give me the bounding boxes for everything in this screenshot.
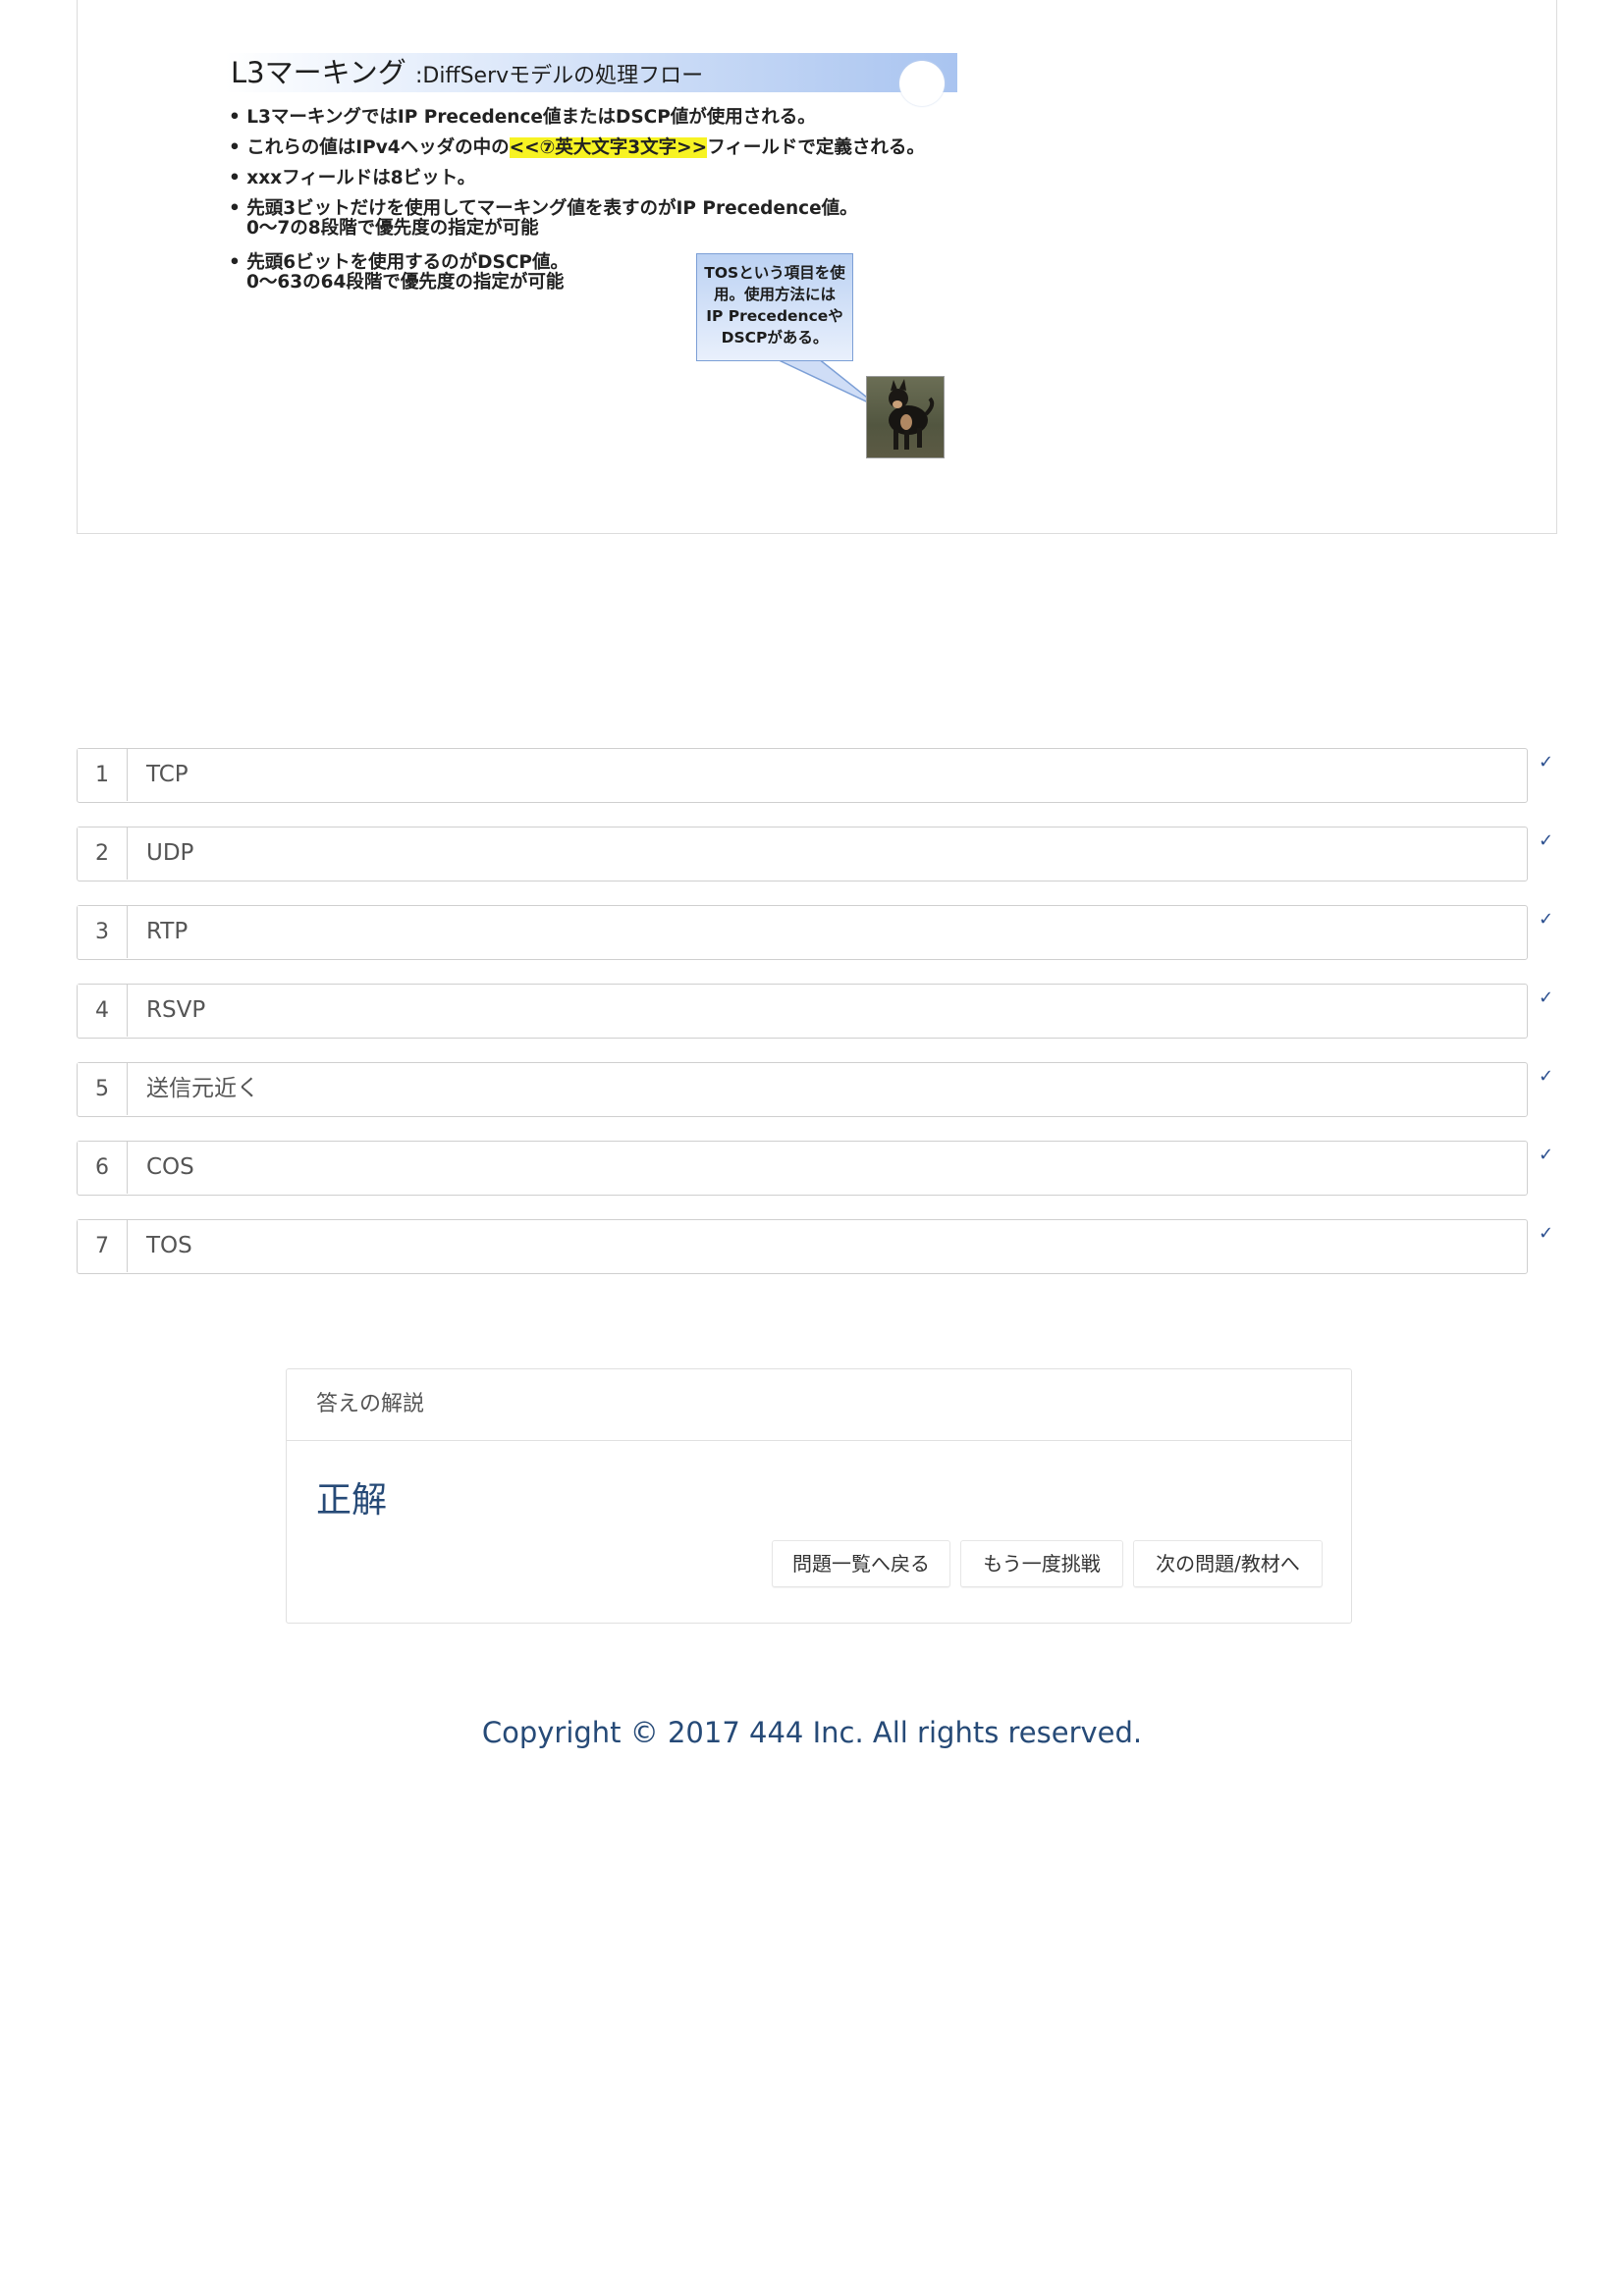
answer-value: RTP: [146, 919, 189, 944]
dog-silhouette-icon: [889, 379, 935, 450]
check-icon: ✓: [1539, 1223, 1554, 1244]
answer-value: TOS: [146, 1233, 192, 1258]
back-to-list-button[interactable]: 問題一覧へ戻る: [772, 1540, 950, 1587]
speech-bubble: TOSという項目を使 用。使用方法には IP Precedenceや DSCPが…: [696, 253, 853, 361]
check-icon: ✓: [1539, 1066, 1554, 1087]
slide-card: L3マーキング :DiffServモデルの処理フロー • L3マーキングではIP…: [77, 0, 1557, 534]
answer-field[interactable]: 7 TOS: [77, 1219, 1528, 1274]
answer-field[interactable]: 5 送信元近く: [77, 1062, 1528, 1117]
answer-field[interactable]: 3 RTP: [77, 905, 1528, 960]
speech-bubble-line: 用。使用方法には: [713, 286, 836, 303]
answer-field[interactable]: 2 UDP: [77, 827, 1528, 881]
answer-row-7: 7 TOS ✓: [77, 1219, 1579, 1274]
answer-row-6: 6 COS ✓: [77, 1141, 1579, 1196]
answer-number: 7: [78, 1220, 128, 1272]
explanation-panel: 答えの解説 正解 問題一覧へ戻る もう一度挑戦 次の問題/教材へ: [286, 1368, 1352, 1624]
answer-field[interactable]: 4 RSVP: [77, 984, 1528, 1039]
speech-bubble-line: TOSという項目を使: [704, 264, 845, 282]
answer-row-3: 3 RTP ✓: [77, 905, 1579, 960]
answer-list: 1 TCP ✓ 2 UDP ✓ 3 RTP ✓ 4 RSVP ✓ 5 送信元近く…: [77, 748, 1579, 1298]
answer-row-1: 1 TCP ✓: [77, 748, 1579, 803]
retry-button[interactable]: もう一度挑戦: [960, 1540, 1123, 1587]
speech-bubble-line: DSCPがある。: [721, 329, 829, 347]
answer-number: 6: [78, 1142, 128, 1194]
answer-number: 5: [78, 1063, 128, 1115]
answer-row-2: 2 UDP ✓: [77, 827, 1579, 881]
answer-row-4: 4 RSVP ✓: [77, 984, 1579, 1039]
slide-image: L3マーキング :DiffServモデルの処理フロー • L3マーキングではIP…: [225, 53, 957, 465]
speech-bubble-line: IP Precedenceや: [706, 307, 843, 325]
answer-number: 2: [78, 828, 128, 880]
check-icon: ✓: [1539, 988, 1554, 1008]
answer-number: 4: [78, 985, 128, 1037]
answer-field[interactable]: 1 TCP: [77, 748, 1528, 803]
answer-value: COS: [146, 1154, 194, 1180]
explanation-header: 答えの解説: [287, 1369, 1351, 1441]
dog-photo: [866, 376, 945, 458]
check-icon: ✓: [1539, 830, 1554, 851]
check-icon: ✓: [1539, 909, 1554, 930]
answer-value: RSVP: [146, 997, 206, 1023]
answer-number: 3: [78, 906, 128, 958]
answer-row-5: 5 送信元近く ✓: [77, 1062, 1579, 1117]
answer-number: 1: [78, 749, 128, 801]
copyright-footer: Copyright © 2017 444 Inc. All rights res…: [481, 1716, 1143, 1749]
check-icon: ✓: [1539, 1145, 1554, 1165]
answer-value: 送信元近く: [146, 1076, 259, 1101]
answer-value: TCP: [146, 762, 189, 787]
next-question-button[interactable]: 次の問題/教材へ: [1133, 1540, 1323, 1587]
answer-field[interactable]: 6 COS: [77, 1141, 1528, 1196]
check-icon: ✓: [1539, 752, 1554, 773]
result-label: 正解: [316, 1480, 388, 1521]
answer-value: UDP: [146, 840, 194, 866]
